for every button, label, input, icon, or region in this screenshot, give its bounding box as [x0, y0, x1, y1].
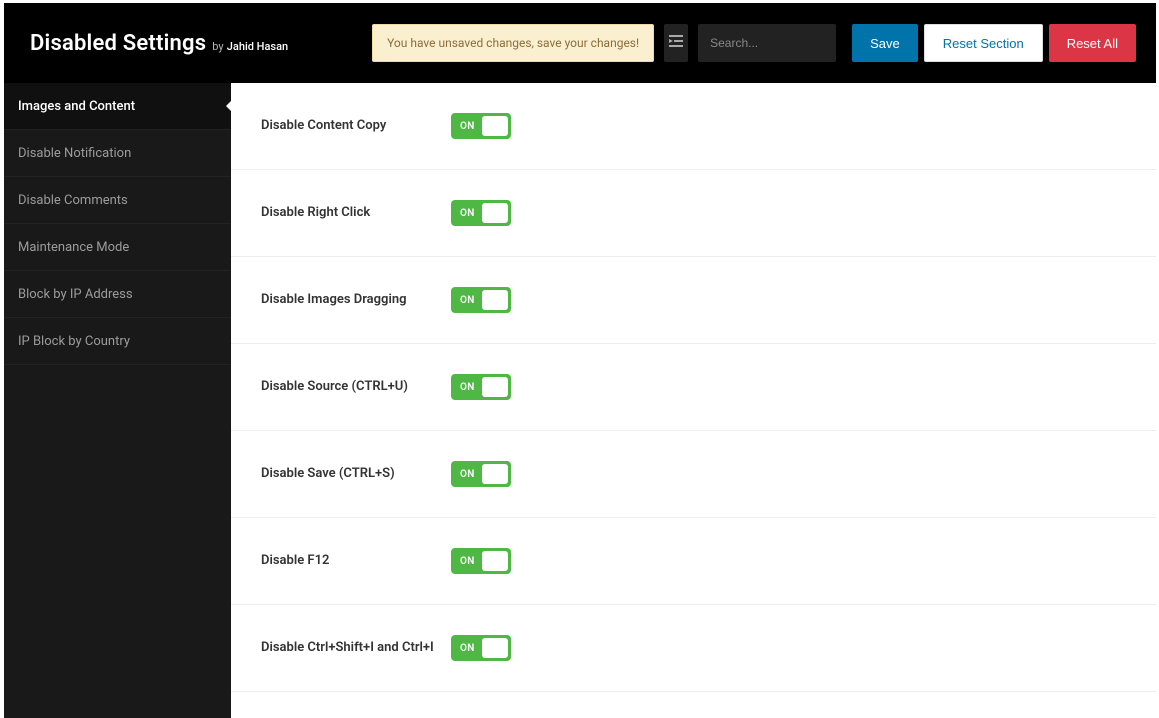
- sidebar-item-images-and-content[interactable]: Images and Content: [4, 83, 231, 130]
- setting-label: Disable F12: [261, 551, 451, 571]
- setting-label: Disable Source (CTRL+U): [261, 377, 451, 397]
- setting-label: Disable Images Dragging: [261, 290, 451, 310]
- toggle-disable-content-copy[interactable]: ON: [451, 113, 511, 139]
- sidebar-item-ip-block-by-country[interactable]: IP Block by Country: [4, 318, 231, 365]
- toggle-knob: [482, 638, 508, 658]
- topbar: Disabled Settings by Jahid Hasan You hav…: [4, 3, 1156, 83]
- toggle-disable-right-click[interactable]: ON: [451, 200, 511, 226]
- save-button[interactable]: Save: [852, 24, 918, 62]
- reset-section-button[interactable]: Reset Section: [924, 24, 1043, 62]
- setting-label: Disable Ctrl+Shift+I and Ctrl+I: [261, 638, 451, 658]
- author-name: Jahid Hasan: [227, 40, 288, 53]
- sidebar-item-label: Block by IP Address: [18, 287, 133, 302]
- toggle-on-label: ON: [460, 121, 475, 132]
- sidebar-item-label: Maintenance Mode: [18, 240, 129, 255]
- toggle-disable-f12[interactable]: ON: [451, 548, 511, 574]
- sidebar-item-maintenance-mode[interactable]: Maintenance Mode: [4, 224, 231, 271]
- search-input[interactable]: [698, 24, 836, 62]
- title-area: Disabled Settings by Jahid Hasan: [30, 31, 288, 56]
- by-prefix: by: [212, 40, 223, 53]
- toggle-knob: [482, 290, 508, 310]
- toggle-knob: [482, 377, 508, 397]
- page-title: Disabled Settings: [30, 31, 206, 56]
- toggle-knob: [482, 203, 508, 223]
- toggle-disable-ctrl-shift-i[interactable]: ON: [451, 635, 511, 661]
- toggle-knob: [482, 464, 508, 484]
- sidebar-item-disable-comments[interactable]: Disable Comments: [4, 177, 231, 224]
- setting-row-disable-f12: Disable F12 ON: [231, 518, 1156, 605]
- reset-all-button[interactable]: Reset All: [1049, 24, 1136, 62]
- indent-icon: [669, 35, 683, 51]
- setting-label: Disable Save (CTRL+S): [261, 464, 451, 484]
- sidebar-item-label: Disable Comments: [18, 193, 128, 208]
- setting-row-disable-right-click: Disable Right Click ON: [231, 170, 1156, 257]
- toggle-on-label: ON: [460, 295, 475, 306]
- toggle-on-label: ON: [460, 643, 475, 654]
- setting-label: Disable Right Click: [261, 203, 451, 223]
- toggle-on-label: ON: [460, 556, 475, 567]
- sidebar-item-disable-notification[interactable]: Disable Notification: [4, 130, 231, 177]
- sidebar-item-block-by-ip-address[interactable]: Block by IP Address: [4, 271, 231, 318]
- toggle-on-label: ON: [460, 208, 475, 219]
- sidebar-item-label: IP Block by Country: [18, 334, 130, 349]
- toggle-knob: [482, 116, 508, 136]
- setting-row-disable-save: Disable Save (CTRL+S) ON: [231, 431, 1156, 518]
- toggle-disable-source[interactable]: ON: [451, 374, 511, 400]
- toggle-on-label: ON: [460, 382, 475, 393]
- content-panel: Disable Content Copy ON Disable Right Cl…: [231, 83, 1156, 718]
- setting-row-disable-content-copy: Disable Content Copy ON: [231, 83, 1156, 170]
- toggle-knob: [482, 551, 508, 571]
- setting-label: Disable Content Copy: [261, 116, 451, 136]
- app-root: Disabled Settings by Jahid Hasan You hav…: [0, 0, 1159, 718]
- expand-collapse-button[interactable]: [664, 24, 688, 62]
- sidebar-item-label: Disable Notification: [18, 146, 131, 161]
- sidebar: Images and Content Disable Notification …: [4, 83, 231, 718]
- unsaved-banner: You have unsaved changes, save your chan…: [372, 24, 654, 62]
- author-wrap: by Jahid Hasan: [212, 39, 288, 54]
- setting-row-disable-source: Disable Source (CTRL+U) ON: [231, 344, 1156, 431]
- toggle-disable-save[interactable]: ON: [451, 461, 511, 487]
- toggle-disable-images-dragging[interactable]: ON: [451, 287, 511, 313]
- setting-row-disable-ctrl-shift-i: Disable Ctrl+Shift+I and Ctrl+I ON: [231, 605, 1156, 692]
- sidebar-item-label: Images and Content: [18, 99, 135, 114]
- toggle-on-label: ON: [460, 469, 475, 480]
- setting-row-disable-images-dragging: Disable Images Dragging ON: [231, 257, 1156, 344]
